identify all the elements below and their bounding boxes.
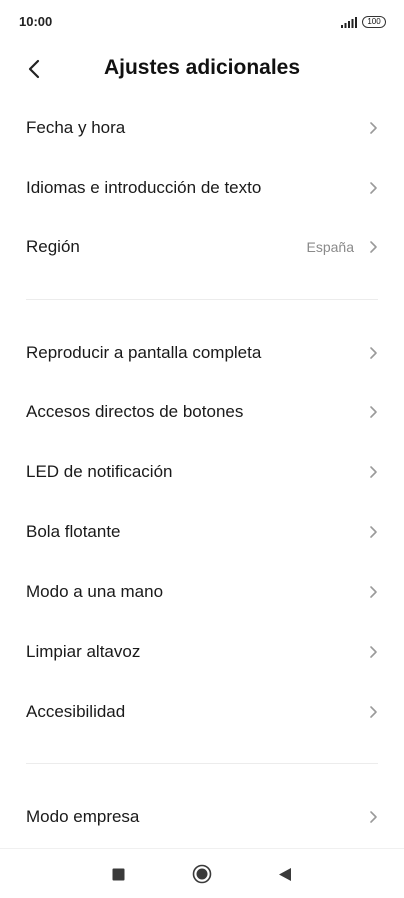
header: Ajustes adicionales [0,44,404,94]
settings-item-label: Limpiar altavoz [26,642,141,661]
chevron-right-icon [370,466,377,478]
settings-item-bola-flotante[interactable]: Bola flotante [0,502,404,562]
settings-item-label: Idiomas e introducción de texto [26,178,262,197]
settings-item-label: Accesibilidad [26,702,126,721]
navigation-bar [0,848,404,898]
settings-item-pantalla-completa[interactable]: Reproducir a pantalla completa [0,323,404,383]
settings-item-led[interactable]: LED de notificación [0,442,404,502]
chevron-right-icon [370,122,377,134]
back-nav-button[interactable] [272,861,298,887]
recents-square-icon [112,868,124,880]
battery-icon: 100 [362,16,386,28]
settings-item-label: Modo a una mano [26,582,164,601]
chevron-right-icon [370,526,377,538]
chevron-right-icon [370,811,377,823]
settings-item-modo-una-mano[interactable]: Modo a una mano [0,562,404,622]
chevron-right-icon [370,241,377,253]
recents-button[interactable] [105,861,131,887]
settings-item-label: LED de notificación [26,462,173,481]
section-divider [26,763,378,764]
settings-item-label: Reproducir a pantalla completa [26,343,262,362]
home-circle-icon [192,864,212,884]
settings-item-limpiar-altavoz[interactable]: Limpiar altavoz [0,622,404,682]
section-divider [26,299,378,300]
status-bar: 10:00 100 [0,0,404,44]
settings-item-label: Región [26,237,80,256]
page-title: Ajustes adicionales [103,56,301,79]
settings-item-label: Modo empresa [26,807,140,826]
back-triangle-icon [279,867,291,881]
settings-item-idiomas[interactable]: Idiomas e introducción de texto [0,158,404,218]
chevron-right-icon [370,646,377,658]
settings-item-modo-empresa[interactable]: Modo empresa [0,787,404,847]
chevron-right-icon [370,706,377,718]
chevron-right-icon [370,347,377,359]
home-button[interactable] [189,861,215,887]
settings-item-label: Fecha y hora [26,118,126,137]
settings-item-accesos-directos[interactable]: Accesos directos de botones [0,382,404,442]
settings-item-region[interactable]: Región España [0,217,404,277]
settings-item-label: Accesos directos de botones [26,402,244,421]
chevron-right-icon [370,586,377,598]
chevron-right-icon [370,182,377,194]
signal-icon [341,17,357,28]
settings-item-fecha-y-hora[interactable]: Fecha y hora [0,98,404,158]
chevron-right-icon [370,406,377,418]
settings-item-label: Bola flotante [26,522,121,541]
settings-item-accesibilidad[interactable]: Accesibilidad [0,682,404,742]
settings-item-value: España [306,239,354,255]
status-time: 10:00 [19,14,53,29]
